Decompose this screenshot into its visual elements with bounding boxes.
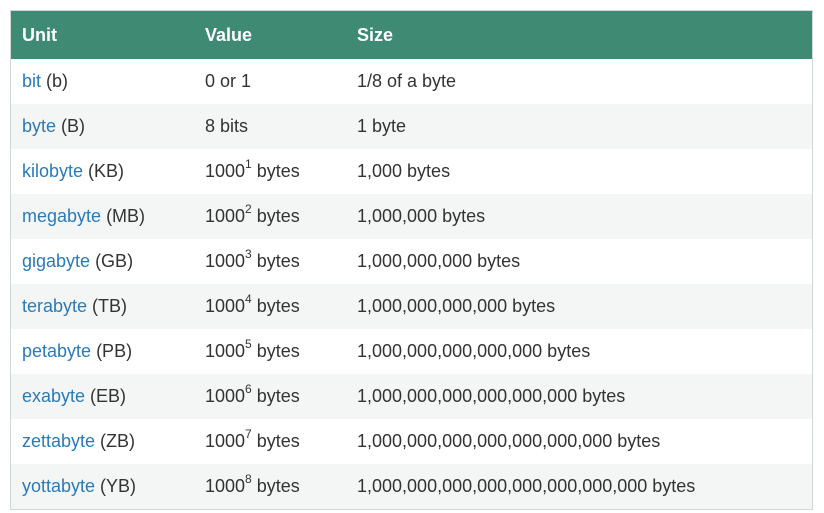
table-row: gigabyte (GB) 10003 bytes 1,000,000,000 … xyxy=(11,239,812,284)
value-cell: 10005 bytes xyxy=(198,329,351,374)
value-cell: 10006 bytes xyxy=(198,374,351,419)
value-suffix: bytes xyxy=(251,206,300,226)
table-row: terabyte (TB) 10004 bytes 1,000,000,000,… xyxy=(11,284,812,329)
column-header-unit: Unit xyxy=(22,24,57,45)
unit-link[interactable]: kilobyte xyxy=(22,161,83,181)
table-row: exabyte (EB) 10006 bytes 1,000,000,000,0… xyxy=(11,374,812,419)
value-exponent: 6 xyxy=(245,382,252,396)
table-header: Unit Value Size xyxy=(11,11,812,59)
size-cell: 1,000,000,000,000,000,000,000,000 bytes xyxy=(357,476,696,496)
unit-abbreviation: (MB) xyxy=(101,206,146,226)
size-cell: 1,000,000 bytes xyxy=(357,206,486,226)
value-base: 1000 xyxy=(205,161,246,181)
value-base: 1000 xyxy=(205,431,246,451)
value-cell: 0 or 1 xyxy=(198,59,351,104)
unit-cell: kilobyte (KB) xyxy=(11,149,198,194)
value-base: 1000 xyxy=(205,341,246,361)
table-row: zettabyte (ZB) 10007 bytes 1,000,000,000… xyxy=(11,419,812,464)
table-body: bit (b) 0 or 1 1/8 of a byte byte (B) 8 … xyxy=(11,59,812,509)
unit-link[interactable]: zettabyte xyxy=(22,431,95,451)
size-cell: 1,000,000,000,000,000 bytes xyxy=(357,341,591,361)
unit-link[interactable]: yottabyte xyxy=(22,476,95,496)
table-row: byte (B) 8 bits 1 byte xyxy=(11,104,812,149)
value-suffix: bytes xyxy=(251,386,300,406)
value-cell: 10001 bytes xyxy=(198,149,351,194)
value-base: 1000 xyxy=(205,206,246,226)
unit-abbreviation: (TB) xyxy=(87,296,128,316)
size-cell: 1 byte xyxy=(357,116,407,136)
size-cell: 1,000 bytes xyxy=(357,161,451,181)
unit-abbreviation: (b) xyxy=(41,71,69,91)
value-exponent: 2 xyxy=(245,202,252,216)
value-suffix: bytes xyxy=(251,476,300,496)
unit-abbreviation: (B) xyxy=(56,116,86,136)
value-base: 8 bits xyxy=(205,116,249,136)
table-row: petabyte (PB) 10005 bytes 1,000,000,000,… xyxy=(11,329,812,374)
value-cell: 10007 bytes xyxy=(198,419,351,464)
value-cell: 10008 bytes xyxy=(198,464,351,509)
value-suffix: bytes xyxy=(251,431,300,451)
unit-abbreviation: (PB) xyxy=(91,341,133,361)
unit-link[interactable]: petabyte xyxy=(22,341,91,361)
unit-abbreviation: (KB) xyxy=(83,161,125,181)
unit-cell: megabyte (MB) xyxy=(11,194,198,239)
size-cell: 1,000,000,000,000,000,000,000 bytes xyxy=(357,431,661,451)
table-row: bit (b) 0 or 1 1/8 of a byte xyxy=(11,59,812,104)
header-row: Unit Value Size xyxy=(11,11,812,59)
unit-cell: zettabyte (ZB) xyxy=(11,419,198,464)
unit-cell: gigabyte (GB) xyxy=(11,239,198,284)
unit-cell: terabyte (TB) xyxy=(11,284,198,329)
value-suffix: bytes xyxy=(251,161,300,181)
size-cell: 1/8 of a byte xyxy=(357,71,457,91)
value-exponent: 1 xyxy=(245,157,252,171)
table-row: yottabyte (YB) 10008 bytes 1,000,000,000… xyxy=(11,464,812,509)
value-suffix: bytes xyxy=(251,341,300,361)
table-row: kilobyte (KB) 10001 bytes 1,000 bytes xyxy=(11,149,812,194)
value-cell: 10003 bytes xyxy=(198,239,351,284)
value-suffix: bytes xyxy=(251,251,300,271)
value-base: 1000 xyxy=(205,296,246,316)
unit-link[interactable]: gigabyte xyxy=(22,251,90,271)
unit-cell: petabyte (PB) xyxy=(11,329,198,374)
value-cell: 8 bits xyxy=(198,104,351,149)
unit-cell: exabyte (EB) xyxy=(11,374,198,419)
unit-abbreviation: (EB) xyxy=(85,386,127,406)
table-row: megabyte (MB) 10002 bytes 1,000,000 byte… xyxy=(11,194,812,239)
data-units-table: Unit Value Size bit (b) 0 or 1 1/8 of a … xyxy=(11,11,812,509)
value-suffix: bytes xyxy=(251,296,300,316)
size-cell: 1,000,000,000 bytes xyxy=(357,251,521,271)
value-exponent: 4 xyxy=(245,292,252,306)
unit-link[interactable]: megabyte xyxy=(22,206,101,226)
value-base: 1000 xyxy=(205,251,246,271)
column-header-size: Size xyxy=(357,24,394,45)
unit-link[interactable]: exabyte xyxy=(22,386,85,406)
value-exponent: 8 xyxy=(245,472,252,486)
value-exponent: 3 xyxy=(245,247,252,261)
value-exponent: 7 xyxy=(245,427,252,441)
column-header-value: Value xyxy=(205,24,253,45)
value-exponent: 5 xyxy=(245,337,252,351)
unit-cell: byte (B) xyxy=(11,104,198,149)
value-cell: 10004 bytes xyxy=(198,284,351,329)
unit-link[interactable]: terabyte xyxy=(22,296,87,316)
value-cell: 10002 bytes xyxy=(198,194,351,239)
unit-abbreviation: (ZB) xyxy=(95,431,136,451)
size-cell: 1,000,000,000,000,000,000 bytes xyxy=(357,386,626,406)
unit-abbreviation: (GB) xyxy=(90,251,134,271)
value-base: 1000 xyxy=(205,386,246,406)
unit-cell: bit (b) xyxy=(11,59,198,104)
value-base: 0 or 1 xyxy=(205,71,252,91)
unit-abbreviation: (YB) xyxy=(95,476,137,496)
unit-link[interactable]: byte xyxy=(22,116,56,136)
unit-cell: yottabyte (YB) xyxy=(11,464,198,509)
value-base: 1000 xyxy=(205,476,246,496)
unit-link[interactable]: bit xyxy=(22,71,41,91)
data-units-table-container: Unit Value Size bit (b) 0 or 1 1/8 of a … xyxy=(10,10,813,510)
size-cell: 1,000,000,000,000 bytes xyxy=(357,296,556,316)
